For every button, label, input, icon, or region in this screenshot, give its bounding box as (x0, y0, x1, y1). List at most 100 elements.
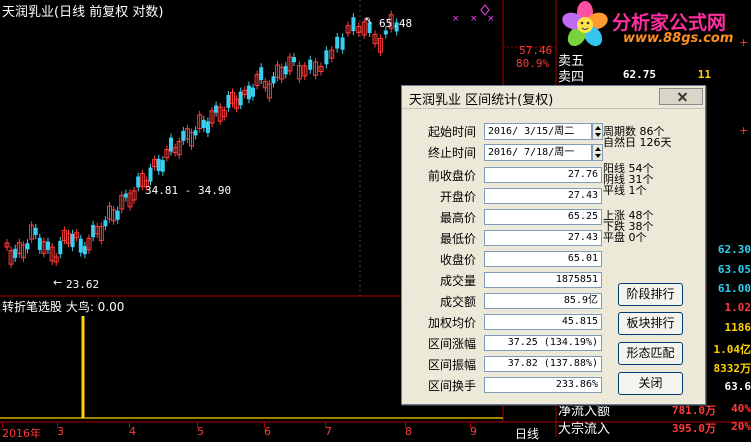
xaxis-label: 9 (470, 425, 477, 438)
signal-marker-icon: × (452, 14, 460, 24)
field-value: 27.76 (484, 167, 602, 183)
signal-marker-icon: × (470, 14, 478, 24)
candle-body (238, 91, 243, 106)
end-date-picker[interactable]: 2016/ 7/18/周一 (484, 144, 592, 161)
candle-body (193, 130, 198, 136)
ask4-volume: 11 (697, 68, 711, 81)
dialog-titlebar[interactable]: 天润乳业 区间统计(复权) (402, 86, 705, 109)
field-value: 233.86% (484, 377, 602, 393)
quote-value: 63.6 (724, 380, 751, 393)
candle-body (340, 37, 345, 50)
candle-body (335, 36, 340, 49)
pattern-match-button[interactable]: 形态匹配 (618, 342, 683, 365)
period-label[interactable]: 日线 (515, 425, 539, 442)
candle-body (259, 67, 264, 81)
candle-body (82, 246, 87, 255)
candle-body (160, 160, 165, 172)
candle-body (324, 50, 329, 65)
range-stats-dialog[interactable]: 天润乳业 区间统计(复权) 起始时间 2016/ 3/15/周二 终止时间 20… (401, 85, 706, 405)
candle-body (103, 220, 108, 227)
block-inflow-value: 395.0万 (671, 422, 716, 435)
xaxis-label: 3 (57, 425, 64, 438)
low-price-label: 23.62 (66, 278, 100, 291)
candle-body (226, 94, 231, 108)
field-value: 1875851 (484, 272, 602, 288)
high-price-label: 65.48 (379, 17, 413, 30)
field-label: 区间涨幅 (427, 337, 476, 351)
field-label: 最低价 (439, 232, 476, 246)
quote-value: 63.05 (717, 263, 751, 276)
xaxis-label: 4 (129, 425, 136, 438)
plus-sign: + (739, 124, 749, 137)
start-date-picker[interactable]: 2016/ 3/15/周二 (484, 123, 592, 140)
candle-body (169, 137, 173, 152)
field-label: 成交量 (439, 274, 476, 288)
candle-body (136, 176, 141, 188)
field-value: 65.25 (484, 209, 602, 225)
start-date-spinner[interactable] (592, 123, 603, 140)
xaxis-label: 6 (264, 425, 271, 438)
dialog-title: 天润乳业 区间统计(复权) (409, 93, 554, 108)
start-time-label: 起始时间 (427, 125, 476, 139)
watermark-logo: 分析家公式网 www.88gs.com (557, 0, 751, 50)
chart-title: 天润乳业(日线 前复权 对数) (2, 5, 164, 20)
field-label: 加权均价 (427, 316, 476, 330)
candle-body (156, 158, 161, 172)
candle-body (115, 210, 120, 220)
field-label: 区间换手 (427, 379, 476, 393)
candle-body (37, 237, 42, 250)
field-label: 最高价 (439, 211, 476, 225)
candle-body (46, 241, 50, 250)
field-value: 65.01 (484, 251, 602, 267)
candle-body (70, 233, 75, 248)
xaxis-label: 8 (405, 425, 412, 438)
xaxis-label: 2016年 (2, 427, 41, 440)
field-value: 37.82 (137.88%) (484, 356, 602, 372)
candle-body (25, 243, 30, 250)
quote-value: 62.30 (717, 243, 751, 256)
ask4-price: 62.75 (622, 68, 656, 81)
close-icon[interactable] (659, 88, 703, 105)
candle-body (58, 240, 63, 255)
field-label: 前收盘价 (427, 169, 476, 183)
candle-body (383, 30, 388, 35)
low-arrow-icon: ← (53, 276, 63, 289)
field-label: 收盘价 (439, 253, 476, 267)
signal-marker-icon: × (487, 14, 495, 24)
ask4-label: 卖四 (558, 70, 585, 85)
flower-logo-icon (562, 1, 608, 47)
candle-body (123, 193, 128, 198)
natural-days: 自然日 126天 (603, 136, 672, 149)
close-button[interactable]: 关闭 (618, 372, 683, 395)
field-value: 85.9亿 (484, 293, 602, 309)
candle-body (251, 87, 255, 97)
end-time-label: 终止时间 (427, 146, 476, 160)
sector-ranking-button[interactable]: 板块排行 (618, 312, 683, 335)
candle-body (292, 57, 296, 63)
field-label: 成交额 (439, 295, 476, 309)
xaxis-label: 7 (325, 425, 332, 438)
unchanged-count: 平盘 0个 (603, 231, 647, 244)
pct-level-label: 80.9% (516, 57, 550, 70)
field-value: 27.43 (484, 188, 602, 204)
stage-ranking-button[interactable]: 阶段排行 (618, 283, 683, 306)
block-inflow-pct: 20% (731, 420, 751, 433)
field-value: 45.815 (484, 314, 602, 330)
field-label: 区间振幅 (427, 358, 476, 372)
quote-value: 61.00 (717, 282, 751, 295)
quote-value: 1.04亿 (713, 343, 751, 356)
candle-body (308, 59, 313, 70)
candle-body (351, 17, 356, 32)
candle-body (214, 105, 219, 113)
block-inflow-label: 大宗流入 (558, 422, 611, 437)
candle-body (91, 224, 96, 238)
high-arrow-icon: ↖ (364, 14, 374, 27)
flat-count: 平线 1个 (603, 184, 647, 197)
quote-value: 1186 (724, 321, 751, 334)
field-label: 开盘价 (439, 190, 476, 204)
watermark-url: www.88gs.com (623, 31, 734, 46)
field-value: 37.25 (134.19%) (484, 335, 602, 351)
end-date-spinner[interactable] (592, 144, 603, 161)
net-inflow-pct: 40% (731, 402, 751, 415)
quote-value: 1.02 (724, 301, 751, 314)
